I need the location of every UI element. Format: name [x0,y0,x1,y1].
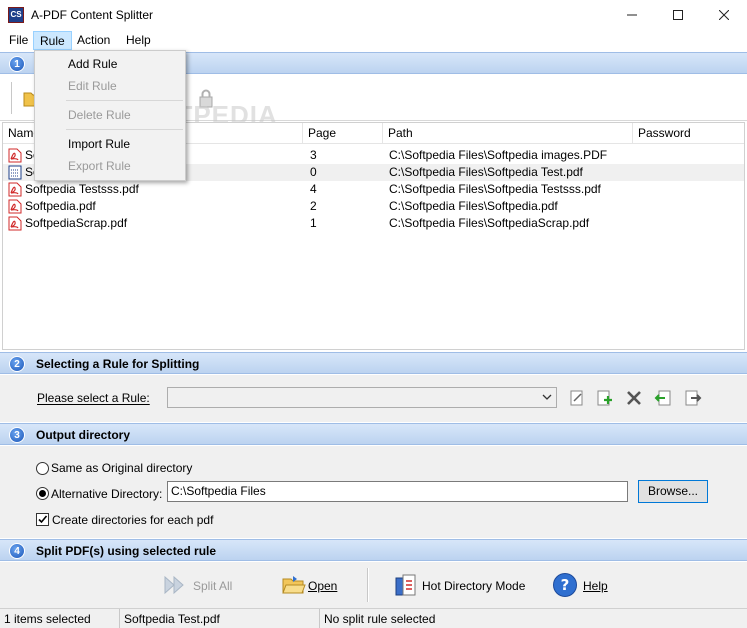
section-2-number: 2 [9,356,25,372]
cell-page: 3 [310,148,317,162]
same-directory-radio[interactable] [36,462,49,475]
cell-name: Softpedia Testsss.pdf [25,182,139,196]
edit-rule-icon[interactable] [568,389,586,407]
pdf-icon [8,148,22,163]
rule-menu-dropdown: Add Rule Edit Rule Delete Rule Import Ru… [34,50,186,181]
maximize-button[interactable] [655,0,701,30]
pdf-selected-icon [8,165,22,180]
checkmark-icon [38,515,48,524]
hot-directory-icon [395,574,416,596]
pdf-icon [8,216,22,231]
column-page[interactable]: Page [303,123,383,144]
action-panel [0,562,747,608]
open-button[interactable]: Open [281,570,341,602]
alternative-directory-radio[interactable] [36,487,49,500]
menu-action[interactable]: Action [71,31,116,50]
column-path[interactable]: Path [383,123,633,144]
help-button[interactable]: ? Help [552,570,612,602]
cell-page: 2 [310,199,317,213]
cell-path: C:\Softpedia Files\Softpedia Testsss.pdf [389,182,601,196]
menu-delete-rule[interactable]: Delete Rule [68,108,131,122]
alternative-directory-input[interactable]: C:\Softpedia Files [167,481,628,502]
minimize-icon [627,14,637,16]
menu-file[interactable]: File [3,31,34,50]
column-password[interactable]: Password [633,123,744,144]
hot-directory-button[interactable]: Hot Directory Mode [393,570,526,602]
menu-rule[interactable]: Rule [33,31,72,50]
menu-edit-rule[interactable]: Edit Rule [68,79,117,93]
menu-export-rule[interactable]: Export Rule [68,159,131,173]
menu-add-rule[interactable]: Add Rule [68,57,117,71]
section-2-header: 2 Selecting a Rule for Splitting [0,352,747,374]
cell-path: C:\Softpedia Files\SoftpediaScrap.pdf [389,216,590,230]
section-2-title: Selecting a Rule for Splitting [36,357,200,371]
same-directory-label: Same as Original directory [51,461,193,475]
status-current-file: Softpedia Test.pdf [120,609,320,628]
cell-path: C:\Softpedia Files\Softpedia Test.pdf [389,165,583,179]
alternative-directory-label: Alternative Directory: [51,487,163,501]
menu-separator [66,129,183,130]
split-all-button[interactable]: Split All [162,570,237,602]
open-label: Open [308,579,338,593]
section-1-number: 1 [9,56,25,72]
cell-page: 0 [310,165,317,179]
close-button[interactable] [701,0,747,30]
close-icon [719,10,729,20]
rule-select-label: Please select a Rule: [37,391,150,405]
maximize-icon [673,10,683,20]
browse-button[interactable]: Browse... [638,480,708,503]
add-rule-icon[interactable] [596,389,614,407]
menu-separator [66,100,183,101]
pdf-icon [8,182,22,197]
status-selection-count: 1 items selected [0,609,120,628]
cell-name: SoftpediaScrap.pdf [25,216,128,230]
section-4-number: 4 [9,543,25,559]
split-all-label: Split All [193,579,233,593]
help-label: Help [583,579,608,593]
table-row[interactable]: Softpedia Testsss.pdf 4 C:\Softpedia Fil… [3,181,744,198]
table-row[interactable]: SoftpediaScrap.pdf 1 C:\Softpedia Files\… [3,215,744,232]
import-rule-icon[interactable] [654,389,672,407]
title-bar: CS A-PDF Content Splitter [0,0,747,30]
menu-help[interactable]: Help [120,31,157,50]
menu-bar: File Rule Action Help [0,30,747,50]
svg-text:?: ? [561,576,570,594]
rule-select[interactable] [167,387,557,408]
cell-page: 1 [310,216,317,230]
cell-path: C:\Softpedia Files\Softpedia images.PDF [389,148,608,162]
export-rule-icon[interactable] [684,389,702,407]
pdf-icon [8,199,22,214]
create-directories-label: Create directories for each pdf [52,513,214,527]
action-separator [367,568,369,602]
help-icon: ? [553,573,577,597]
menu-import-rule[interactable]: Import Rule [68,137,130,151]
toolbar-separator [11,82,13,114]
cell-name: Softpedia.pdf [25,199,96,213]
window-title: A-PDF Content Splitter [31,8,154,22]
section-3-number: 3 [9,427,25,443]
status-bar: 1 items selected Softpedia Test.pdf No s… [0,608,747,628]
section-4-header: 4 Split PDF(s) using selected rule [0,539,747,561]
hot-directory-label: Hot Directory Mode [422,579,526,593]
cell-path: C:\Softpedia Files\Softpedia.pdf [389,199,558,213]
status-rule: No split rule selected [324,612,436,626]
open-folder-icon [282,576,306,594]
app-icon[interactable]: CS [8,7,24,23]
create-directories-checkbox[interactable] [36,513,49,526]
chevron-down-icon [542,394,552,400]
cell-page: 4 [310,182,317,196]
delete-rule-icon[interactable] [625,389,643,407]
section-3-title: Output directory [36,428,131,442]
section-4-title: Split PDF(s) using selected rule [36,544,217,558]
minimize-button[interactable] [609,0,655,30]
split-all-icon [164,575,184,595]
table-row[interactable]: Softpedia.pdf 2 C:\Softpedia Files\Softp… [3,198,744,215]
section-3-header: 3 Output directory [0,423,747,445]
